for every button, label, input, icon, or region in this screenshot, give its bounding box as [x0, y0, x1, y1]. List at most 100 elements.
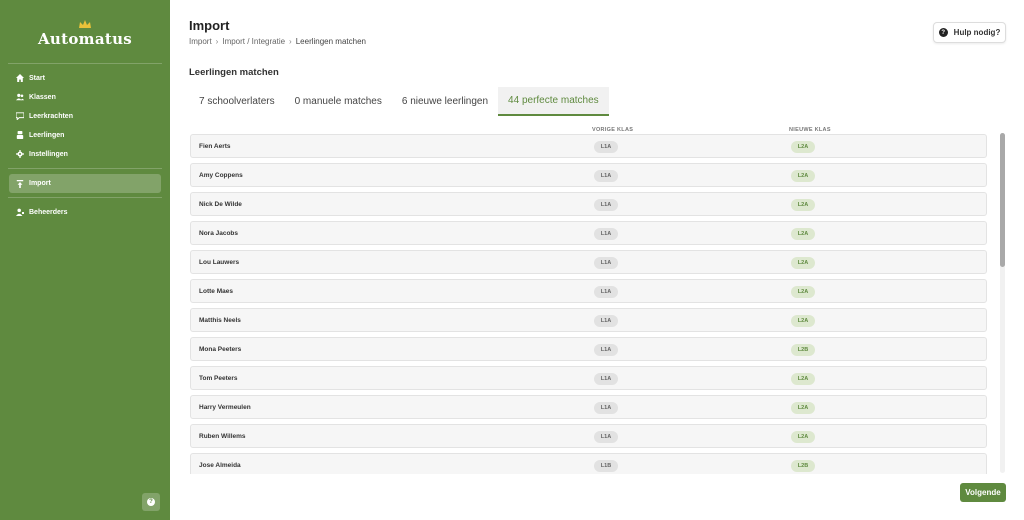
- sidebar-item-label: Leerlingen: [29, 131, 65, 139]
- student-icon: [15, 131, 24, 140]
- sidebar-item-label: Import: [29, 180, 51, 187]
- new-class-badge: L2A: [791, 315, 815, 327]
- new-class-badge: L2A: [791, 141, 815, 153]
- column-header-vorige-klas: VORIGE KLAS: [592, 127, 634, 133]
- student-name: Amy Coppens: [199, 172, 243, 179]
- previous-class-badge: L1A: [594, 402, 618, 414]
- new-class-badge: L2B: [791, 344, 815, 356]
- sidebar-item-import[interactable]: Import: [9, 174, 161, 193]
- new-class-badge: L2A: [791, 431, 815, 443]
- new-class-badge: L2A: [791, 257, 815, 269]
- student-name: Tom Peeters: [199, 375, 238, 382]
- previous-class-badge: L1A: [594, 344, 618, 356]
- breadcrumb-integratie[interactable]: Import / Integratie: [222, 37, 285, 46]
- sidebar-item-label: Beheerders: [29, 208, 68, 216]
- tab-bar: 7 schoolverlaters 0 manuele matches 6 ni…: [189, 87, 609, 117]
- gear-icon: [15, 150, 24, 159]
- previous-class-badge: L1B: [594, 460, 618, 472]
- sidebar-item-label: Klassen: [29, 93, 56, 101]
- previous-class-badge: L1A: [594, 141, 618, 153]
- new-class-badge: L2A: [791, 402, 815, 414]
- import-icon: [15, 179, 24, 188]
- student-name: Lou Lauwers: [199, 259, 240, 266]
- previous-class-badge: L1A: [594, 199, 618, 211]
- student-name: Matthis Neels: [199, 317, 241, 324]
- previous-class-badge: L1A: [594, 431, 618, 443]
- help-button-label: Hulp nodig?: [953, 28, 1001, 37]
- sidebar-divider: [8, 168, 162, 169]
- new-class-badge: L2A: [791, 373, 815, 385]
- sidebar-item-instellingen[interactable]: Instellingen: [9, 145, 161, 163]
- table-row[interactable]: Tom Peeters L1A L2A: [190, 366, 987, 390]
- table-row[interactable]: Harry Vermeulen L1A L2A: [190, 395, 987, 419]
- new-class-badge: L2A: [791, 170, 815, 182]
- table-row[interactable]: Ruben Willems L1A L2A: [190, 424, 987, 448]
- sidebar: Automatus Start Klassen Leerkrachten Lee…: [0, 0, 170, 520]
- sidebar-item-label: Leerkrachten: [29, 112, 73, 120]
- users-icon: [15, 93, 24, 102]
- tab-schoolverlaters[interactable]: 7 schoolverlaters: [189, 87, 285, 116]
- sidebar-item-leerkrachten[interactable]: Leerkrachten: [9, 107, 161, 125]
- tab-manuele-matches[interactable]: 0 manuele matches: [285, 87, 392, 116]
- new-class-badge: L2A: [791, 228, 815, 240]
- help-button[interactable]: ? Hulp nodig?: [933, 22, 1006, 43]
- chevron-right-icon: ›: [215, 37, 219, 46]
- previous-class-badge: L1A: [594, 373, 618, 385]
- previous-class-badge: L1A: [594, 315, 618, 327]
- table-row[interactable]: Matthis Neels L1A L2A: [190, 308, 987, 332]
- previous-class-badge: L1A: [594, 170, 618, 182]
- sidebar-item-label: Start: [29, 74, 45, 82]
- breadcrumb: Import › Import / Integratie › Leerlinge…: [189, 37, 366, 46]
- new-class-badge: L2A: [791, 199, 815, 211]
- chat-icon: [15, 112, 24, 121]
- student-name: Ruben Willems: [199, 433, 246, 440]
- section-title: Leerlingen matchen: [189, 67, 279, 78]
- home-icon: [15, 74, 24, 83]
- sidebar-item-klassen[interactable]: Klassen: [9, 88, 161, 106]
- previous-class-badge: L1A: [594, 257, 618, 269]
- tab-nieuwe-leerlingen[interactable]: 6 nieuwe leerlingen: [392, 87, 498, 116]
- question-icon: ?: [938, 28, 948, 37]
- app-logo[interactable]: Automatus: [0, 20, 170, 48]
- table-row[interactable]: Jose Almeida L1B L2B: [190, 453, 987, 474]
- sidebar-item-leerlingen[interactable]: Leerlingen: [9, 126, 161, 144]
- brand-name: Automatus: [37, 30, 133, 48]
- sidebar-divider: [8, 197, 162, 198]
- student-name: Jose Almeida: [199, 462, 241, 469]
- scrollbar[interactable]: [1000, 133, 1005, 473]
- table-row[interactable]: Amy Coppens L1A L2A: [190, 163, 987, 187]
- new-class-badge: L2B: [791, 460, 815, 472]
- student-name: Harry Vermeulen: [199, 404, 251, 411]
- sidebar-help-button[interactable]: ?: [142, 493, 160, 511]
- table-row[interactable]: Fien Aerts L1A L2A: [190, 134, 987, 158]
- student-name: Nora Jacobs: [199, 230, 239, 237]
- sidebar-item-beheerders[interactable]: Beheerders: [9, 203, 161, 221]
- student-name: Nick De Wilde: [199, 201, 242, 208]
- admin-icon: [15, 208, 24, 217]
- previous-class-badge: L1A: [594, 228, 618, 240]
- breadcrumb-current: Leerlingen matchen: [295, 37, 366, 46]
- breadcrumb-import[interactable]: Import: [189, 37, 212, 46]
- student-name: Mona Peeters: [199, 346, 242, 353]
- page-title: Import: [189, 18, 230, 33]
- chevron-right-icon: ›: [289, 37, 292, 46]
- table-row[interactable]: Lou Lauwers L1A L2A: [190, 250, 987, 274]
- tab-perfecte-matches[interactable]: 44 perfecte matches: [498, 87, 609, 116]
- table-row[interactable]: Nora Jacobs L1A L2A: [190, 221, 987, 245]
- table-row[interactable]: Nick De Wilde L1A L2A: [190, 192, 987, 216]
- sidebar-divider: [8, 63, 162, 64]
- column-header-nieuwe-klas: NIEUWE KLAS: [789, 127, 831, 133]
- next-button[interactable]: Volgende: [960, 483, 1006, 502]
- student-name: Fien Aerts: [199, 143, 231, 150]
- crown-icon: [0, 20, 170, 29]
- sidebar-item-label: Instellingen: [29, 150, 68, 158]
- student-name: Lotte Maes: [199, 288, 233, 295]
- sidebar-item-start[interactable]: Start: [9, 69, 161, 87]
- scrollbar-thumb[interactable]: [1000, 133, 1005, 267]
- table-row[interactable]: Lotte Maes L1A L2A: [190, 279, 987, 303]
- new-class-badge: L2A: [791, 286, 815, 298]
- previous-class-badge: L1A: [594, 286, 618, 298]
- table-row[interactable]: Mona Peeters L1A L2B: [190, 337, 987, 361]
- matches-table: VORIGE KLAS NIEUWE KLAS Fien Aerts L1A L2A…: [189, 122, 989, 474]
- question-icon: ?: [147, 498, 155, 506]
